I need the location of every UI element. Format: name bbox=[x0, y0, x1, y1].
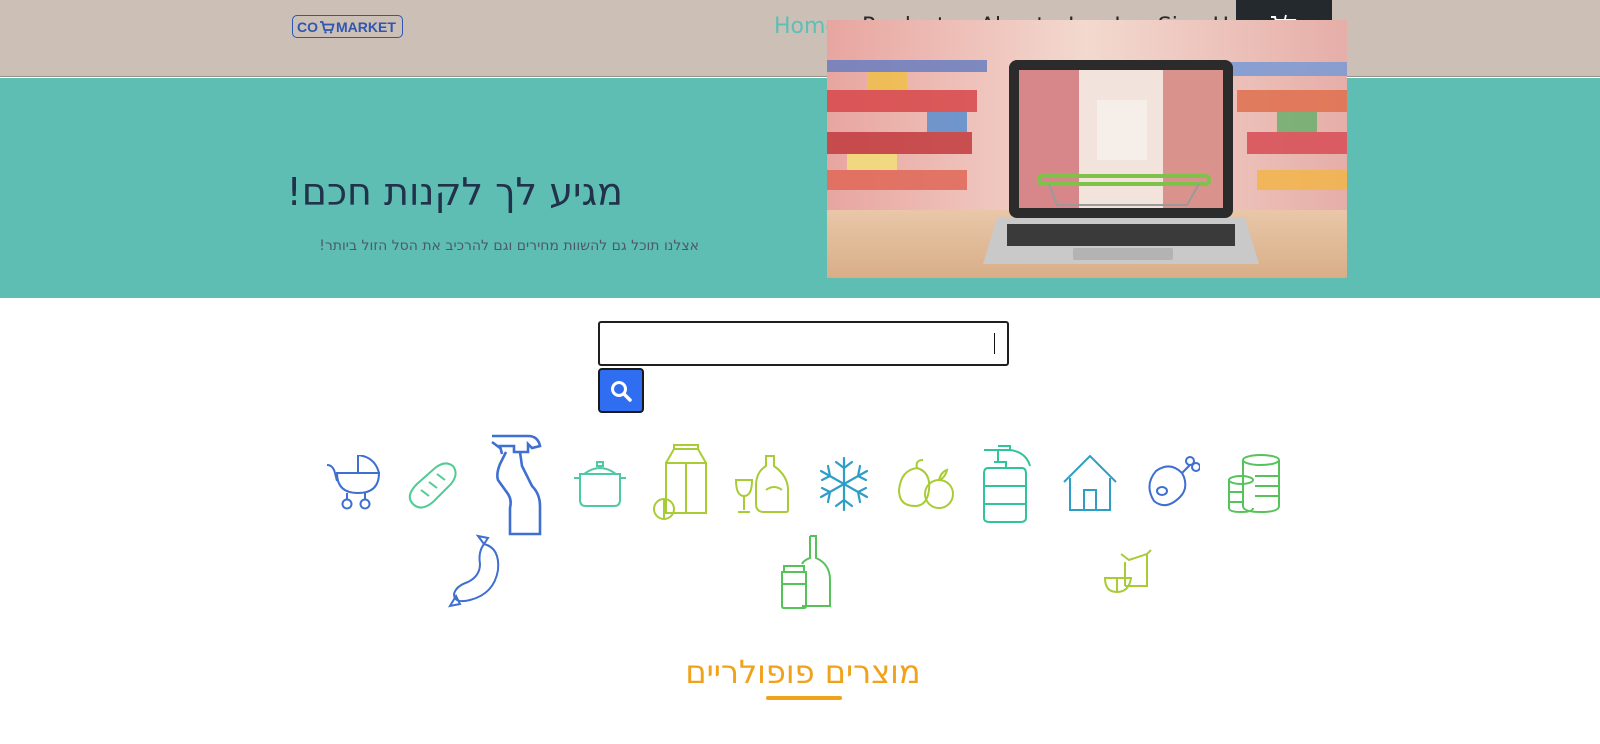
soap-dispenser-icon bbox=[983, 445, 1031, 523]
chicken-leg-icon bbox=[1148, 456, 1201, 507]
category-drinks[interactable] bbox=[734, 454, 792, 518]
sausage-icon bbox=[447, 534, 500, 608]
text-caret bbox=[994, 333, 995, 354]
logo-cart-icon bbox=[320, 20, 335, 33]
cooking-pot-icon bbox=[574, 461, 626, 507]
category-meat[interactable] bbox=[1144, 455, 1201, 515]
hero-title: מגיע לך לקנות חכם! bbox=[286, 170, 623, 214]
snacks-icon bbox=[1103, 549, 1152, 594]
category-frozen[interactable] bbox=[816, 456, 872, 516]
category-hygiene[interactable] bbox=[980, 444, 1036, 528]
hero-subtitle: אצלנו תוכל גם להשוות מחירים וגם להרכיב א… bbox=[319, 238, 699, 254]
popular-products-title: מוצרים פופולריים bbox=[685, 653, 921, 691]
top-navbar: CO MARKET Home Products About Log In Sig… bbox=[0, 0, 1600, 77]
category-dairy[interactable] bbox=[652, 443, 708, 529]
category-home[interactable] bbox=[1062, 454, 1118, 516]
category-snacks[interactable] bbox=[1103, 548, 1159, 598]
category-deli[interactable] bbox=[447, 534, 504, 612]
category-cleaning[interactable] bbox=[488, 434, 544, 540]
search-input[interactable] bbox=[598, 321, 1009, 366]
hero-banner bbox=[0, 78, 1600, 298]
wine-icon bbox=[734, 455, 789, 513]
category-cooking[interactable] bbox=[572, 460, 628, 512]
category-canned[interactable] bbox=[1225, 452, 1283, 518]
category-bakery[interactable] bbox=[407, 460, 459, 516]
category-baby[interactable] bbox=[325, 453, 385, 517]
house-icon bbox=[1063, 454, 1117, 511]
site-logo[interactable]: CO MARKET bbox=[292, 15, 403, 38]
search-button[interactable] bbox=[598, 368, 644, 413]
laptop-supermarket-illustration bbox=[827, 20, 1347, 278]
search-icon bbox=[611, 380, 632, 402]
hero-image bbox=[827, 20, 1347, 278]
logo-text-right: MARKET bbox=[336, 18, 396, 35]
logo-text-left: CO bbox=[297, 18, 318, 35]
milk-carton-icon bbox=[653, 444, 707, 520]
snowflake-icon bbox=[819, 456, 869, 512]
fruit-icon bbox=[897, 459, 954, 509]
bread-icon bbox=[408, 462, 457, 509]
category-alcohol[interactable] bbox=[778, 534, 836, 614]
baby-stroller-icon bbox=[326, 453, 381, 510]
title-underline bbox=[766, 696, 842, 700]
category-fruits[interactable] bbox=[897, 458, 955, 514]
canned-goods-icon bbox=[1228, 454, 1280, 514]
bottle-and-jar-icon bbox=[781, 535, 831, 609]
spray-bottle-icon bbox=[491, 434, 542, 536]
